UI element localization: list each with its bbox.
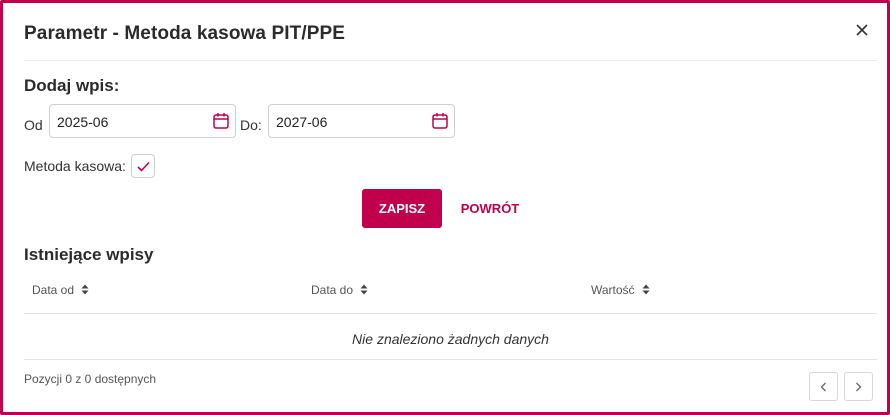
column-label: Wartość [591,283,635,297]
from-date-value: 2025-06 [57,114,109,130]
close-icon[interactable] [855,23,869,37]
to-date-value: 2027-06 [276,114,328,130]
to-label: Do: [240,117,262,133]
sort-icon [360,284,368,295]
from-date-field[interactable]: 2025-06 [49,104,236,138]
sort-icon [81,284,89,295]
column-header-date-from[interactable]: Data od [32,283,89,297]
chevron-left-icon [820,382,826,392]
column-header-value[interactable]: Wartość [591,283,650,297]
back-button[interactable]: POWRÓT [453,189,527,228]
column-label: Data od [32,283,75,297]
column-header-date-to[interactable]: Data do [311,283,368,297]
pagination-info: Pozycji 0 z 0 dostępnych [24,372,157,386]
calendar-icon[interactable] [213,112,229,129]
dialog-title: Parametr - Metoda kasowa PIT/PPE [24,23,346,44]
next-page-button[interactable] [844,372,873,401]
check-icon [137,161,150,172]
existing-entries-heading: Istniejące wpisy [24,245,154,264]
dialog: Parametr - Metoda kasowa PIT/PPE Dodaj w… [0,0,890,415]
save-button[interactable]: ZAPISZ [362,189,442,228]
from-label: Od [24,117,43,133]
table-footer-divider [24,359,877,360]
calendar-icon[interactable] [432,112,448,129]
add-entry-heading: Dodaj wpis: [24,76,120,95]
cash-method-label: Metoda kasowa: [24,158,126,174]
column-label: Data do [311,283,354,297]
table-header-divider [24,313,877,314]
previous-page-button[interactable] [809,372,838,401]
chevron-right-icon [856,382,862,392]
sort-icon [642,284,650,295]
empty-table-message: Nie znaleziono żadnych danych [352,331,549,347]
cash-method-checkbox[interactable] [131,154,155,178]
dialog-header: Parametr - Metoda kasowa PIT/PPE [24,3,877,61]
to-date-field[interactable]: 2027-06 [268,104,455,138]
